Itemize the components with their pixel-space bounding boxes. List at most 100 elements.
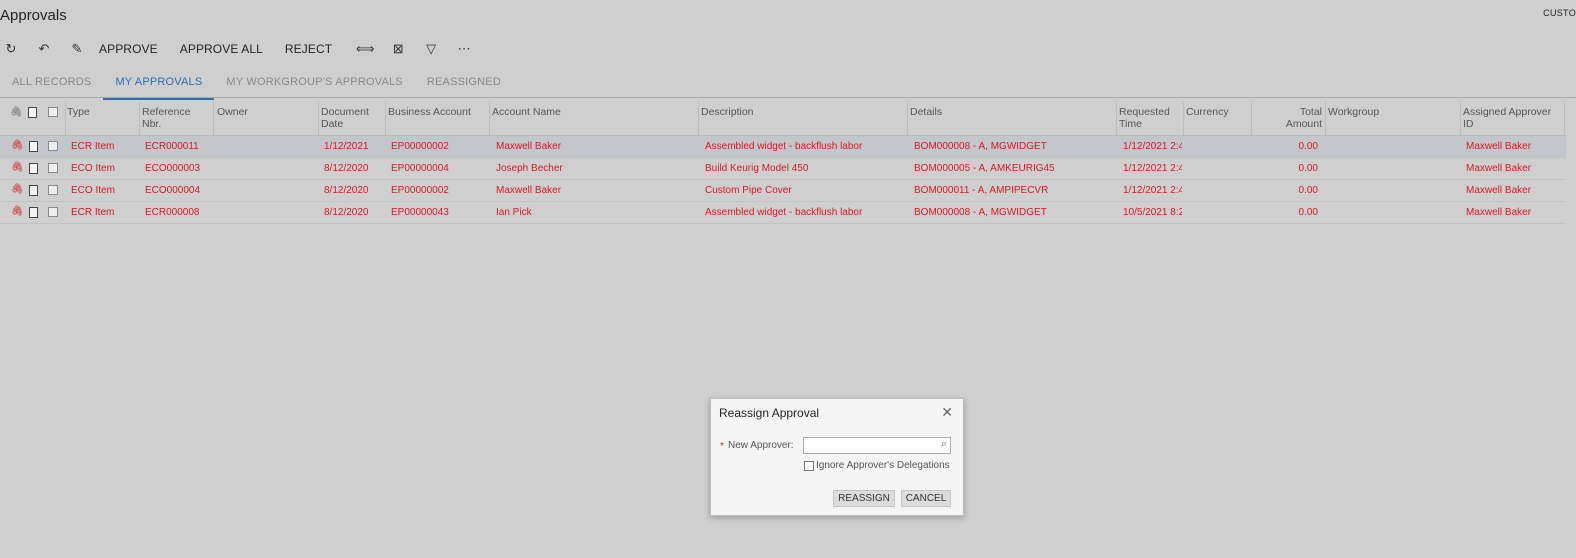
cell-reference-nbr[interactable]: ECR000008: [145, 207, 199, 218]
cell-requested-time: 10/5/2021 8:2: [1123, 207, 1182, 218]
notes-icon[interactable]: [29, 141, 38, 152]
ignore-delegations-checkbox[interactable]: [804, 461, 814, 471]
table-row[interactable]: 🖇 ECO Item ECO000003 8/12/2020 EP0000000…: [0, 158, 1566, 180]
approvals-grid: 🖇 Type Reference Nbr. Owner Document Dat…: [0, 102, 1566, 224]
customize-link[interactable]: CUSTO: [1543, 8, 1576, 18]
cell-total-amount: 0.00: [1298, 207, 1318, 218]
approve-all-button[interactable]: APPROVE ALL: [180, 42, 263, 56]
cell-reference-nbr[interactable]: ECO000004: [145, 185, 200, 196]
cell-details: BOM000011 - A, AMPIPECVR: [914, 185, 1049, 196]
cell-document-date: 8/12/2020: [324, 185, 369, 196]
undo-icon[interactable]: ↶: [33, 38, 55, 60]
row-checkbox[interactable]: [48, 207, 58, 217]
col-currency[interactable]: Currency: [1186, 106, 1229, 118]
grid-header: 🖇 Type Reference Nbr. Owner Document Dat…: [0, 102, 1566, 136]
attachment-header-icon: 🖇: [10, 107, 23, 118]
cell-description: Assembled widget - backflush labor: [705, 207, 863, 218]
cell-requested-time: 1/12/2021 2:4: [1123, 163, 1182, 174]
cell-details: BOM000008 - A, MGWIDGET: [914, 141, 1047, 152]
tab-bar: ALL RECORDS MY APPROVALS MY WORKGROUP'S …: [0, 72, 513, 100]
cell-total-amount: 0.00: [1298, 141, 1318, 152]
col-account-name[interactable]: Account Name: [492, 106, 561, 118]
col-assigned-approver-id[interactable]: Assigned Approver ID: [1463, 106, 1559, 130]
cell-description: Custom Pipe Cover: [705, 185, 792, 196]
cell-document-date: 8/12/2020: [324, 163, 369, 174]
cell-description: Assembled widget - backflush labor: [705, 141, 863, 152]
cell-assigned-approver: Maxwell Baker: [1466, 185, 1532, 196]
cell-account-name: Maxwell Baker: [496, 141, 562, 152]
attachment-icon[interactable]: 🖇: [11, 184, 24, 195]
cell-requested-time: 1/12/2021 2:4: [1123, 141, 1182, 152]
cell-requested-time: 1/12/2021 2:4: [1123, 185, 1182, 196]
reassign-button[interactable]: REASSIGN: [833, 490, 895, 507]
cell-document-date: 8/12/2020: [324, 207, 369, 218]
tab-my-approvals[interactable]: MY APPROVALS: [103, 72, 215, 100]
attachment-icon[interactable]: 🖇: [11, 206, 24, 217]
reject-button[interactable]: REJECT: [285, 42, 332, 56]
col-details[interactable]: Details: [910, 106, 942, 118]
cell-account-name: Ian Pick: [496, 207, 532, 218]
cell-reference-nbr[interactable]: ECR000011: [145, 141, 199, 152]
tab-reassigned[interactable]: REASSIGNED: [415, 72, 513, 98]
toolbar: ↻ ↶ ✎ APPROVE APPROVE ALL REJECT ⟺ ⊠ ▽ ⋯: [0, 38, 486, 60]
fit-columns-icon[interactable]: ⟺: [354, 38, 376, 60]
cell-business-account: EP00000002: [391, 185, 449, 196]
cell-type: ECO Item: [71, 185, 115, 196]
table-row[interactable]: 🖇 ECR Item ECR000011 1/12/2021 EP0000000…: [0, 136, 1566, 158]
cell-assigned-approver: Maxwell Baker: [1466, 163, 1532, 174]
cell-details: BOM000005 - A, AMKEURIG45: [914, 163, 1055, 174]
cell-account-name: Joseph Becher: [496, 163, 563, 174]
attachment-icon[interactable]: 🖇: [11, 162, 24, 173]
ignore-delegations-label: Ignore Approver's Delegations: [816, 460, 950, 471]
cell-type: ECR Item: [71, 207, 115, 218]
tab-divider: [0, 97, 1576, 98]
search-icon[interactable]: ⌕: [941, 438, 947, 451]
export-excel-icon[interactable]: ⊠: [387, 38, 409, 60]
row-checkbox[interactable]: [48, 163, 58, 173]
col-owner[interactable]: Owner: [217, 106, 248, 118]
edit-icon[interactable]: ✎: [66, 38, 88, 60]
new-approver-label: New Approver:: [728, 440, 794, 451]
notes-header-icon: [28, 107, 37, 118]
cell-document-date: 1/12/2021: [324, 141, 369, 152]
row-checkbox[interactable]: [48, 185, 58, 195]
notes-icon[interactable]: [29, 207, 38, 218]
cell-total-amount: 0.00: [1298, 185, 1318, 196]
close-icon[interactable]: ✕: [941, 404, 953, 421]
more-icon[interactable]: ⋯: [453, 38, 475, 60]
table-row[interactable]: 🖇 ECO Item ECO000004 8/12/2020 EP0000000…: [0, 180, 1566, 202]
table-row[interactable]: 🖇 ECR Item ECR000008 8/12/2020 EP0000004…: [0, 202, 1566, 224]
tab-my-workgroups-approvals[interactable]: MY WORKGROUP'S APPROVALS: [214, 72, 414, 98]
cell-business-account: EP00000002: [391, 141, 449, 152]
col-workgroup[interactable]: Workgroup: [1328, 106, 1379, 118]
select-all-checkbox[interactable]: [48, 107, 58, 117]
col-business-account[interactable]: Business Account: [388, 106, 471, 118]
refresh-icon[interactable]: ↻: [0, 38, 22, 60]
col-total-amount[interactable]: Total Amount: [1270, 106, 1322, 130]
cell-assigned-approver: Maxwell Baker: [1466, 207, 1532, 218]
col-document-date[interactable]: Document Date: [321, 106, 377, 130]
notes-icon[interactable]: [29, 163, 38, 174]
col-description[interactable]: Description: [701, 106, 754, 118]
cell-reference-nbr[interactable]: ECO000003: [145, 163, 200, 174]
tab-all-records[interactable]: ALL RECORDS: [0, 72, 103, 98]
required-marker: *: [720, 441, 724, 452]
col-reference-nbr[interactable]: Reference Nbr.: [142, 106, 202, 130]
notes-icon[interactable]: [29, 185, 38, 196]
attachment-icon[interactable]: 🖇: [11, 140, 24, 151]
dialog-title: Reassign Approval: [719, 406, 820, 420]
cell-details: BOM000008 - A, MGWIDGET: [914, 207, 1047, 218]
approve-button[interactable]: APPROVE: [99, 42, 158, 56]
cancel-button[interactable]: CANCEL: [901, 490, 951, 507]
cell-account-name: Maxwell Baker: [496, 185, 562, 196]
filter-icon[interactable]: ▽: [420, 38, 442, 60]
col-requested-time[interactable]: Requested Time: [1119, 106, 1175, 130]
new-approver-input[interactable]: ⌕: [803, 437, 951, 454]
row-checkbox[interactable]: [48, 141, 58, 151]
cell-type: ECR Item: [71, 141, 115, 152]
cell-total-amount: 0.00: [1298, 163, 1318, 174]
reassign-approval-dialog: Reassign Approval ✕ * New Approver: ⌕ Ig…: [710, 398, 964, 516]
cell-business-account: EP00000043: [391, 207, 449, 218]
col-type[interactable]: Type: [67, 106, 90, 118]
cell-business-account: EP00000004: [391, 163, 449, 174]
